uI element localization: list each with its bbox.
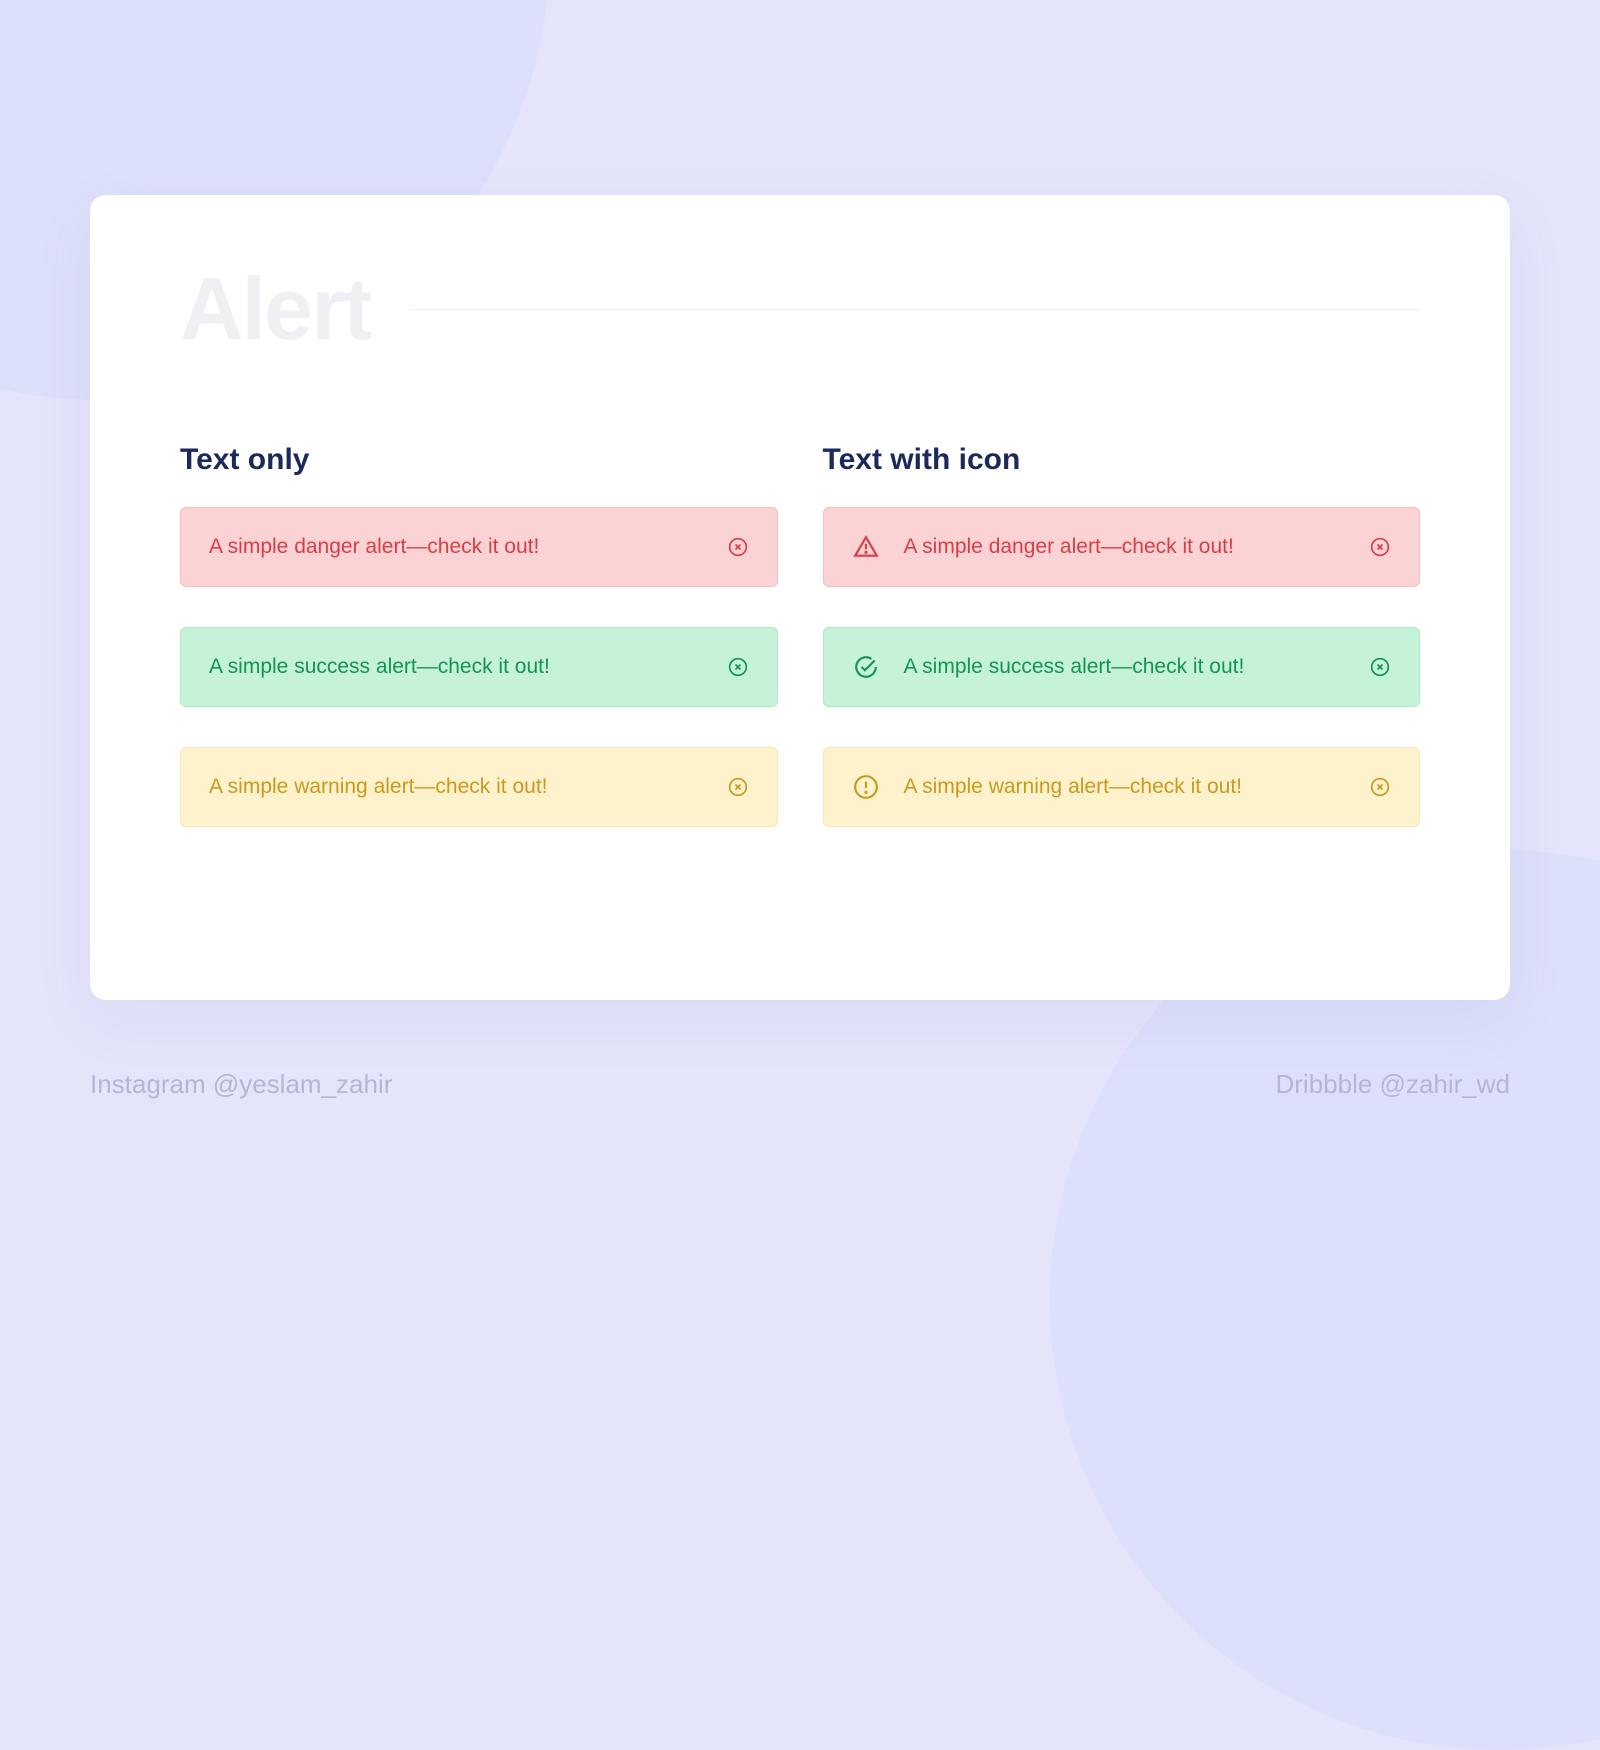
alert-success: A simple success alert—check it out! xyxy=(180,627,778,707)
alert-text: A simple success alert—check it out! xyxy=(904,655,1370,679)
page-title: Alert xyxy=(180,265,371,353)
close-icon[interactable] xyxy=(1369,776,1391,798)
footer-credits: Instagram @yeslam_zahir Dribbble @zahir_… xyxy=(90,1069,1510,1100)
alert-danger: A simple danger alert—check it out! xyxy=(180,507,778,587)
close-icon[interactable] xyxy=(1369,536,1391,558)
close-icon[interactable] xyxy=(727,536,749,558)
alert-warning: A simple warning alert—check it out! xyxy=(180,747,778,827)
alert-card: Alert Text only A simple danger alert—ch… xyxy=(90,195,1510,1000)
triangle-warning-icon xyxy=(852,533,880,561)
instagram-handle: Instagram @yeslam_zahir xyxy=(90,1069,392,1100)
section-label: Text only xyxy=(180,443,778,477)
column-text-with-icon: Text with icon A simple danger alert—che… xyxy=(823,443,1421,827)
alert-text: A simple success alert—check it out! xyxy=(209,655,727,679)
alert-success: A simple success alert—check it out! xyxy=(823,627,1421,707)
card-header: Alert xyxy=(180,265,1420,353)
alert-text: A simple warning alert—check it out! xyxy=(209,775,727,799)
alert-text: A simple danger alert—check it out! xyxy=(904,535,1370,559)
close-icon[interactable] xyxy=(727,776,749,798)
alert-text: A simple danger alert—check it out! xyxy=(209,535,727,559)
alert-circle-icon xyxy=(852,773,880,801)
header-divider xyxy=(411,309,1421,310)
dribbble-handle: Dribbble @zahir_wd xyxy=(1276,1069,1511,1100)
close-icon[interactable] xyxy=(727,656,749,678)
alert-text: A simple warning alert—check it out! xyxy=(904,775,1370,799)
alert-columns: Text only A simple danger alert—check it… xyxy=(180,443,1420,827)
alert-warning: A simple warning alert—check it out! xyxy=(823,747,1421,827)
column-text-only: Text only A simple danger alert—check it… xyxy=(180,443,778,827)
section-label: Text with icon xyxy=(823,443,1421,477)
alert-danger: A simple danger alert—check it out! xyxy=(823,507,1421,587)
close-icon[interactable] xyxy=(1369,656,1391,678)
check-circle-icon xyxy=(852,653,880,681)
